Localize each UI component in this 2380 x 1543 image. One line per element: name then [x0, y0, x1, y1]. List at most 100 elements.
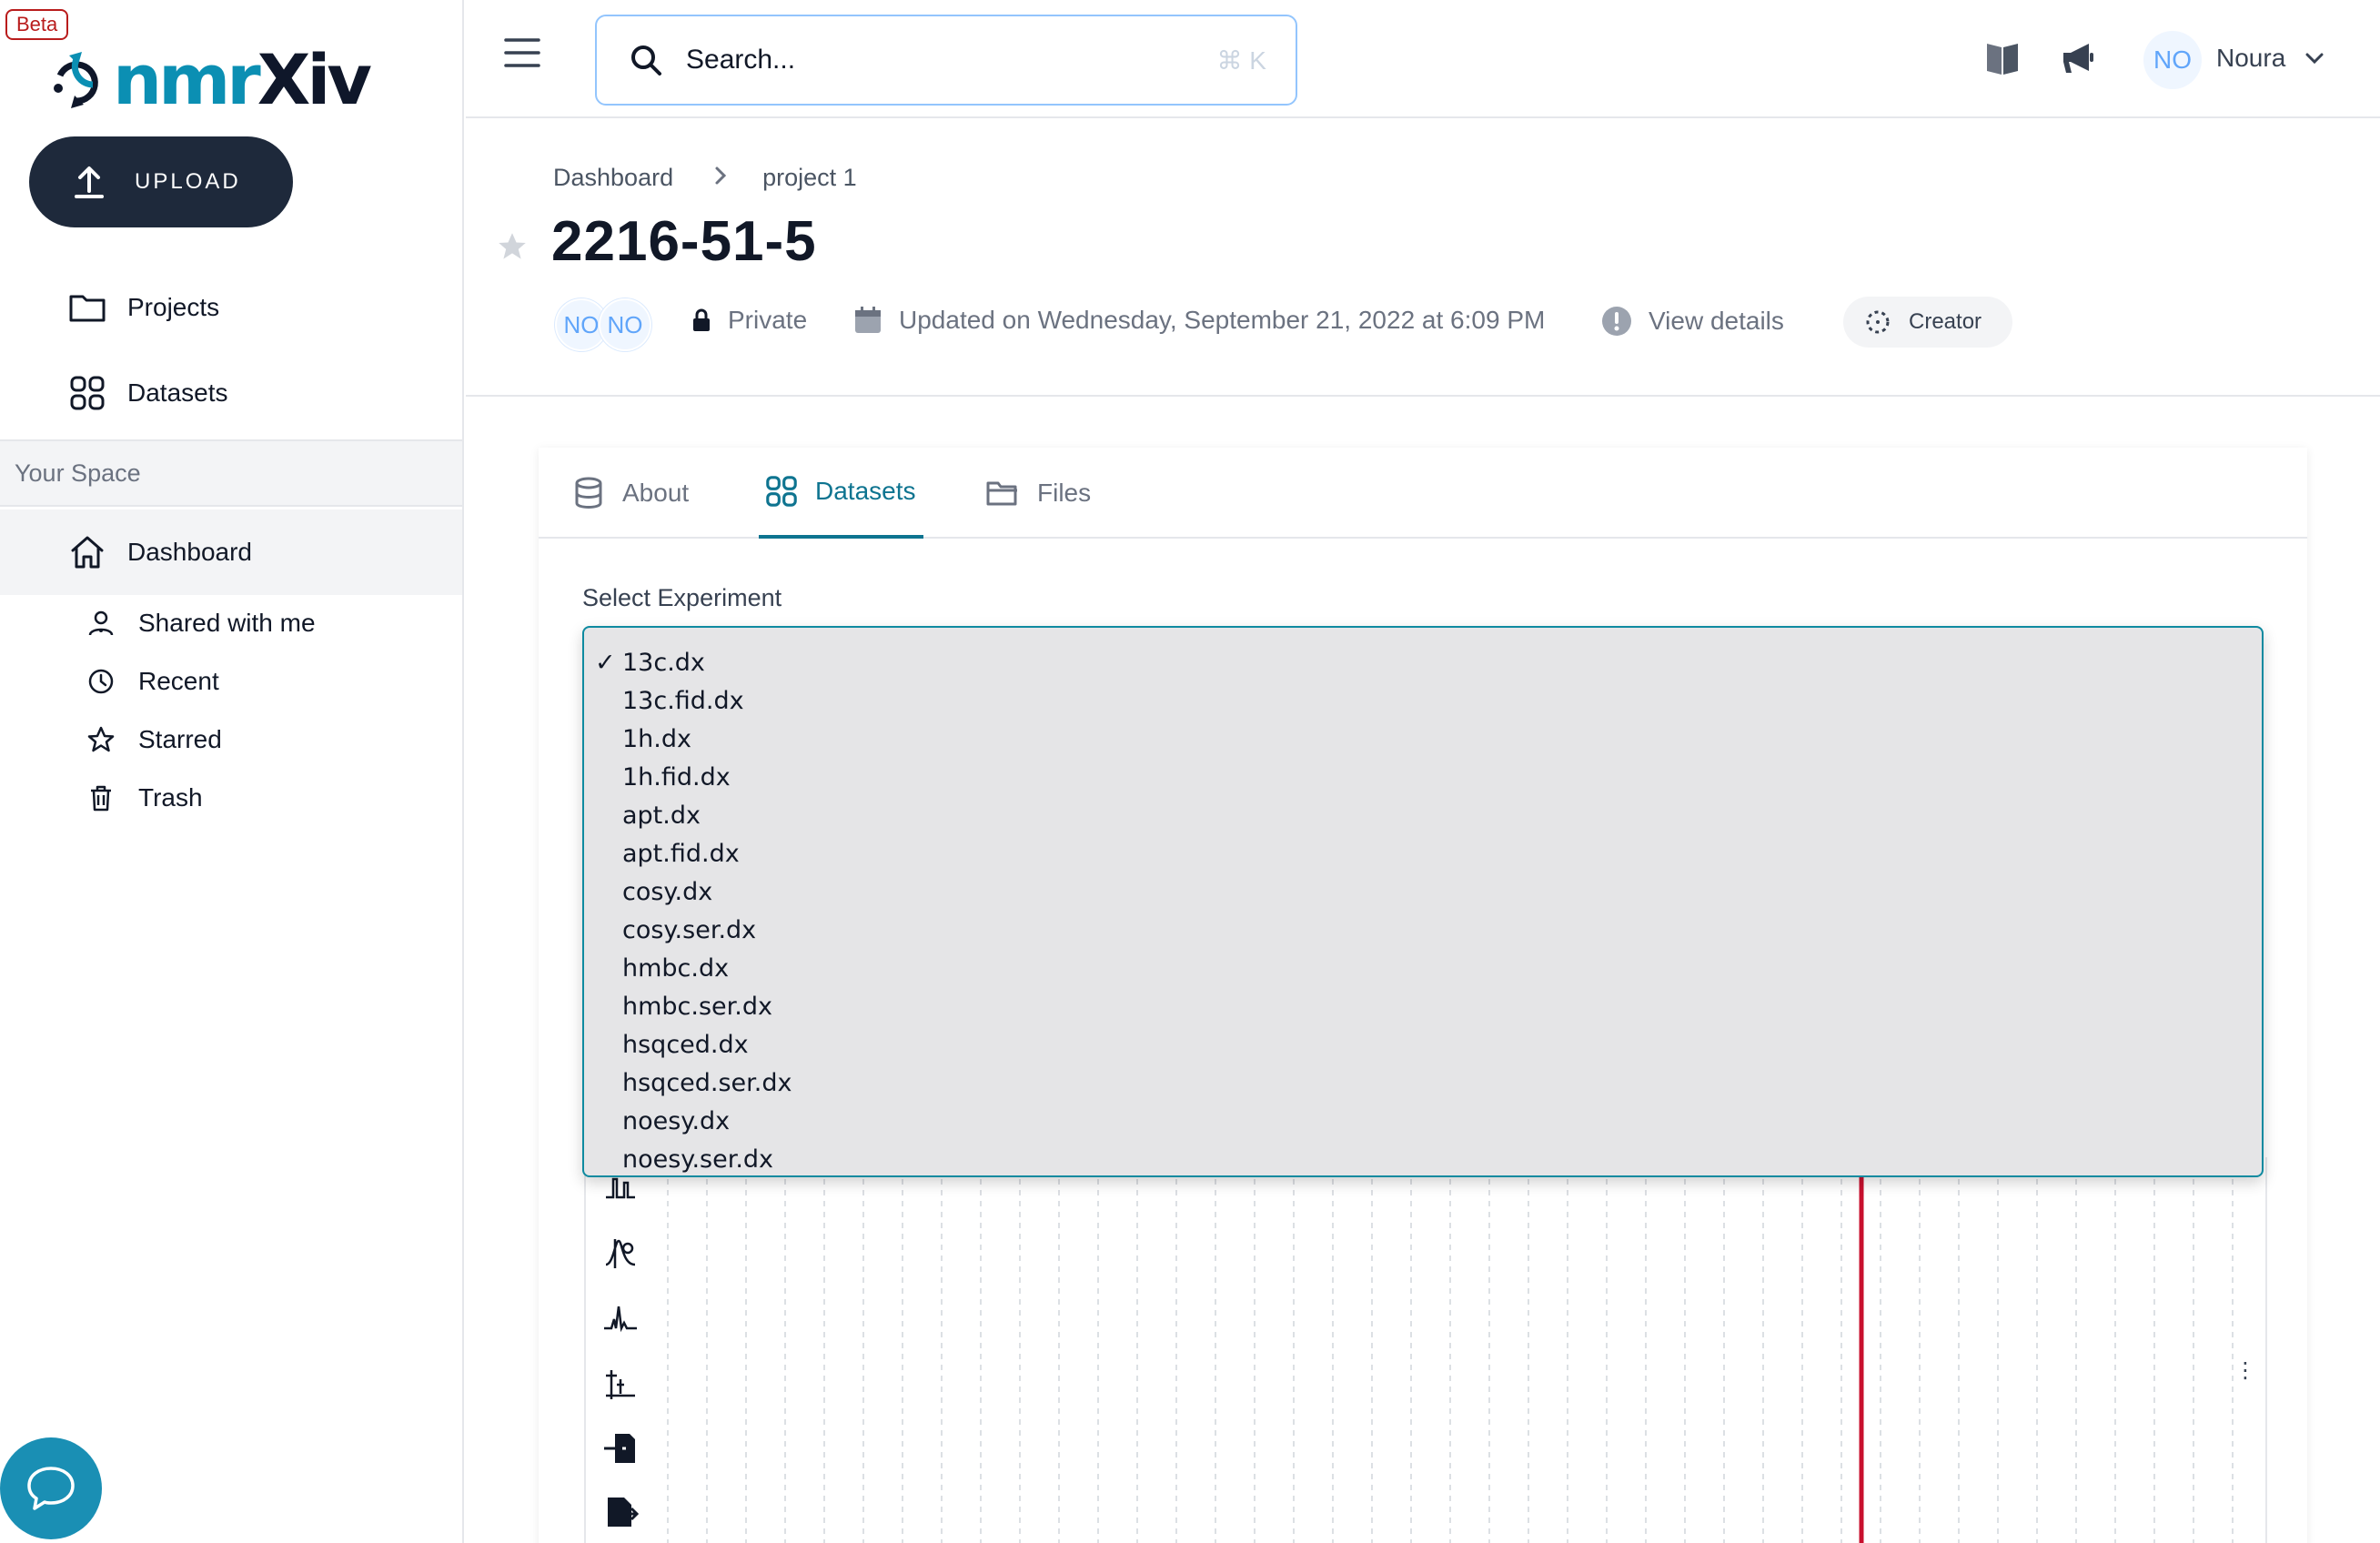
- sidebar-item-label: Shared with me: [138, 609, 316, 637]
- checkmark-icon: ✓: [595, 649, 616, 677]
- search-icon: [631, 45, 661, 76]
- experiment-option-label: noesy.ser.dx: [622, 1145, 774, 1174]
- search-shortcut-hint: ⌘ K: [1216, 45, 1266, 75]
- sidebar-item-starred[interactable]: Starred: [86, 724, 222, 755]
- import-file-icon[interactable]: [602, 1430, 639, 1467]
- experiment-option-label: noesy.dx: [622, 1107, 731, 1135]
- integral-tool-icon[interactable]: [602, 1301, 639, 1337]
- experiment-option-label: 1h.dx: [622, 725, 691, 753]
- tab-bar: About Datasets Files: [539, 448, 2307, 539]
- breadcrumb-project[interactable]: project 1: [762, 164, 857, 192]
- nmrxiv-logo[interactable]: nmr Xiv: [40, 39, 372, 120]
- experiment-option[interactable]: noesy.ser.dx: [584, 1141, 2262, 1175]
- logo-cycle-icon: [54, 52, 98, 108]
- your-space-header: Your Space: [0, 439, 462, 507]
- spectrum-viewer[interactable]: ⋮: [584, 1157, 2267, 1543]
- experiment-option[interactable]: ✓ 13c.dx: [584, 644, 2262, 682]
- sidebar-item-projects[interactable]: Projects: [0, 282, 462, 333]
- clock-icon: [86, 666, 116, 697]
- experiment-option[interactable]: hmbc.ser.dx: [584, 988, 2262, 1026]
- experiment-option-label: apt.fid.dx: [622, 840, 740, 868]
- export-file-icon[interactable]: [602, 1494, 639, 1530]
- experiment-option-label: hmbc.dx: [622, 954, 730, 983]
- experiment-option-label: 1h.fid.dx: [622, 763, 731, 792]
- chat-button[interactable]: [0, 1437, 102, 1539]
- sidebar-item-label: Datasets: [127, 378, 228, 407]
- chevron-down-icon[interactable]: [2304, 49, 2325, 72]
- tab-label: About: [622, 479, 690, 507]
- experiment-option-label: hsqced.dx: [622, 1031, 749, 1059]
- top-bar: Search... ⌘ K NO Noura: [466, 0, 2380, 118]
- logo-text-nmr: nmr: [113, 39, 261, 120]
- experiment-option[interactable]: apt.dx: [584, 797, 2262, 835]
- sidebar-item-trash[interactable]: Trash: [86, 782, 203, 813]
- sidebar-item-label: Trash: [138, 783, 203, 812]
- tab-datasets[interactable]: Datasets: [759, 448, 923, 539]
- header-divider: [466, 395, 2380, 397]
- experiment-option[interactable]: 1h.fid.dx: [584, 759, 2262, 797]
- home-icon: [67, 532, 107, 572]
- visibility-status: Private: [691, 306, 807, 335]
- user-avatar[interactable]: NO: [2143, 31, 2202, 89]
- updated-info: Updated on Wednesday, September 21, 2022…: [853, 306, 1545, 335]
- tab-label: Datasets: [815, 477, 916, 505]
- folder-icon: [67, 287, 107, 328]
- experiment-option[interactable]: cosy.ser.dx: [584, 912, 2262, 950]
- experiment-option[interactable]: noesy.dx: [584, 1103, 2262, 1141]
- breadcrumb: Dashboard project 1: [553, 164, 857, 192]
- sidebar-item-label: Dashboard: [127, 538, 252, 566]
- sidebar-item-dashboard[interactable]: Dashboard: [0, 509, 462, 595]
- view-details-label: View details: [1649, 307, 1784, 335]
- star-icon: [86, 724, 116, 755]
- sidebar-item-label: Recent: [138, 667, 219, 695]
- tab-label: Files: [1037, 479, 1092, 507]
- experiment-option[interactable]: hsqced.ser.dx: [584, 1064, 2262, 1103]
- chat-bubble-icon: [27, 1467, 75, 1510]
- info-icon: [1601, 306, 1632, 337]
- view-details-link[interactable]: View details: [1601, 306, 1784, 337]
- sidebar-item-recent[interactable]: Recent: [86, 666, 219, 697]
- menu-toggle-button[interactable]: [502, 35, 542, 71]
- experiment-option[interactable]: 1h.dx: [584, 721, 2262, 759]
- experiment-option[interactable]: apt.fid.dx: [584, 835, 2262, 873]
- sidebar-item-datasets[interactable]: Datasets: [0, 368, 462, 419]
- upload-button[interactable]: UPLOAD: [29, 136, 293, 227]
- grid-icon: [766, 476, 797, 507]
- grid-icon: [67, 373, 107, 413]
- experiment-option-label: 13c.dx: [622, 649, 705, 677]
- tab-files[interactable]: Files: [986, 448, 1091, 539]
- sidebar-item-label: Starred: [138, 725, 222, 753]
- experiment-option-label: 13c.fid.dx: [622, 687, 744, 715]
- trash-icon: [86, 782, 116, 813]
- tab-about[interactable]: About: [573, 448, 689, 539]
- database-icon: [573, 477, 604, 509]
- experiment-option-label: hmbc.ser.dx: [622, 993, 772, 1021]
- megaphone-icon[interactable]: [2060, 40, 2096, 81]
- dashed-circle-icon: [1866, 310, 1890, 334]
- folder-open-icon: [986, 479, 1019, 507]
- phase-correction-tool-icon[interactable]: [602, 1235, 639, 1272]
- sidebar: Beta nmr Xiv UPLOAD Projects Datasets Yo…: [0, 0, 464, 1543]
- breadcrumb-dashboard[interactable]: Dashboard: [553, 164, 673, 192]
- collaborator-avatar[interactable]: NO: [599, 298, 651, 351]
- lock-icon: [691, 308, 711, 332]
- user-name[interactable]: Noura: [2216, 44, 2285, 73]
- role-badge[interactable]: Creator: [1843, 297, 2012, 348]
- search-input[interactable]: Search... ⌘ K: [595, 15, 1297, 106]
- star-icon[interactable]: [497, 231, 528, 267]
- experiment-option-label: cosy.dx: [622, 878, 713, 906]
- users-icon: [86, 608, 116, 639]
- calendar-icon: [853, 306, 882, 335]
- select-experiment-label: Select Experiment: [582, 584, 782, 611]
- sidebar-item-label: Projects: [127, 293, 220, 321]
- more-options-icon[interactable]: ⋮: [2234, 1357, 2256, 1384]
- experiment-option-label: hsqced.ser.dx: [622, 1069, 792, 1097]
- experiment-option[interactable]: hmbc.dx: [584, 950, 2262, 988]
- book-icon[interactable]: [1983, 40, 2022, 81]
- sidebar-item-shared[interactable]: Shared with me: [86, 608, 316, 639]
- experiment-select-dropdown[interactable]: ✓ 13c.dx 13c.fid.dx 1h.dx 1h.fid.dx apt.dx apt…: [582, 626, 2264, 1177]
- experiment-option[interactable]: cosy.dx: [584, 873, 2262, 912]
- baseline-tool-icon[interactable]: [602, 1367, 639, 1403]
- experiment-option[interactable]: 13c.fid.dx: [584, 682, 2262, 721]
- experiment-option[interactable]: hsqced.dx: [584, 1026, 2262, 1064]
